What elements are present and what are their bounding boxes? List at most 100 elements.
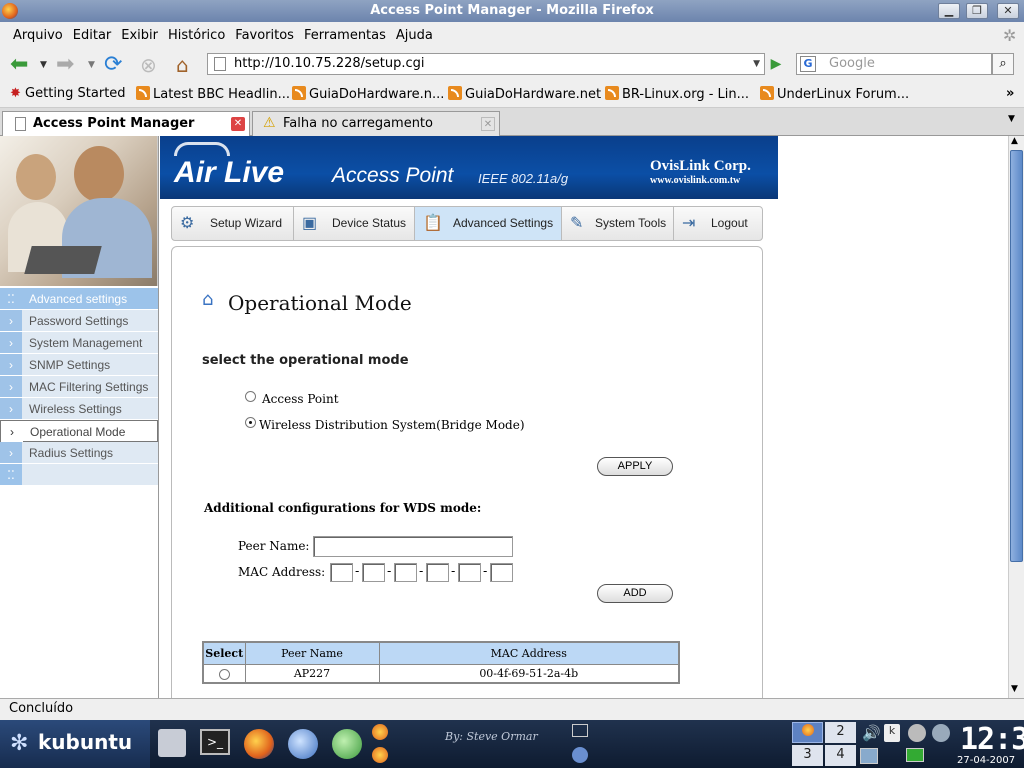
network-tray-icon[interactable] — [572, 747, 588, 763]
kmenu-button[interactable]: ✻ kubuntu — [0, 720, 150, 768]
bookmark-br-linux[interactable]: BR-Linux.org - Lin... — [605, 86, 749, 102]
sidebar-item-radius[interactable]: › Radius Settings — [0, 442, 158, 464]
column-mac-address: MAC Address — [378, 641, 680, 665]
klipper-icon[interactable]: k — [884, 724, 900, 742]
bookmark-guiadohardware-2[interactable]: GuiaDoHardware.net — [448, 86, 601, 102]
scroll-thumb[interactable] — [1010, 150, 1023, 562]
stop-icon[interactable]: ⊗ — [140, 54, 157, 76]
menu-ajuda[interactable]: Ajuda — [396, 28, 433, 43]
close-window-button[interactable]: ✕ — [997, 3, 1019, 19]
sidebar: ⁚⁚ Advanced settings › Password Settings ›… — [0, 288, 158, 486]
mac-address-fields: ----- — [330, 562, 516, 582]
clock[interactable]: 12:32 — [960, 722, 1024, 757]
row-select-radio[interactable] — [219, 668, 230, 680]
terminal-icon[interactable]: >_ — [200, 729, 230, 755]
sidebar-item-operational-mode[interactable]: › Operational Mode — [0, 420, 158, 442]
forward-dropdown-icon[interactable]: ▼ — [88, 54, 95, 76]
desktop-1[interactable] — [792, 722, 823, 743]
tab-device-status[interactable]: ▣ Device Status — [294, 207, 415, 240]
peer-name-input[interactable] — [313, 536, 513, 557]
scroll-down-icon[interactable]: ▼ — [1011, 684, 1018, 694]
peer-name-label: Peer Name: — [238, 539, 310, 553]
desktop-2[interactable]: 2 — [825, 722, 856, 743]
apply-button[interactable]: APPLY — [597, 457, 673, 476]
back-icon[interactable]: ⬅ — [10, 54, 28, 76]
monitor-tray-icon[interactable] — [572, 724, 588, 737]
battery-icon[interactable] — [906, 748, 924, 762]
url-dropdown-icon[interactable]: ▼ — [753, 54, 760, 74]
tab-falha[interactable]: ⚠ Falha no carregamento ✕ — [252, 111, 500, 136]
sidebar-item-mac-filtering[interactable]: › MAC Filtering Settings — [0, 376, 158, 398]
search-placeholder: Google — [829, 56, 875, 71]
vertical-scrollbar[interactable]: ▲ ▼ — [1008, 136, 1024, 698]
tab-advanced-settings[interactable]: 📋 Advanced Settings — [415, 207, 562, 240]
sidebar-item-snmp[interactable]: › SNMP Settings — [0, 354, 158, 376]
grip-icon: ⁚⁚ — [0, 288, 22, 309]
firefox-task-icon[interactable] — [372, 747, 388, 763]
mac-octet-input[interactable] — [426, 563, 449, 582]
menu-ferramentas[interactable]: Ferramentas — [304, 28, 386, 43]
messenger-icon[interactable] — [332, 729, 362, 759]
chevron-right-icon: › — [1, 421, 23, 442]
menu-historico[interactable]: Histórico — [168, 28, 225, 43]
search-input[interactable]: G Google — [796, 53, 992, 75]
close-tab-icon[interactable]: ✕ — [481, 117, 495, 131]
bookmark-guiadohardware-1[interactable]: GuiaDoHardware.n... — [292, 86, 444, 102]
radio-access-point[interactable] — [245, 391, 256, 402]
mac-octet-input[interactable] — [458, 563, 481, 582]
desktop-3[interactable]: 3 — [792, 745, 823, 766]
radio-wds[interactable] — [245, 417, 256, 428]
sidebar-item-password[interactable]: › Password Settings — [0, 310, 158, 332]
tab-list-icon[interactable]: ▼ — [1008, 114, 1015, 124]
network-status-icon[interactable] — [860, 748, 878, 764]
bookmarks-overflow-icon[interactable]: » — [1006, 86, 1014, 101]
mac-octet-input[interactable] — [362, 563, 385, 582]
option-wds-label: Wireless Distribution System(Bridge Mode… — [259, 418, 525, 432]
tray-app-icon[interactable] — [908, 724, 926, 742]
back-dropdown-icon[interactable]: ▼ — [40, 54, 47, 76]
sidebar-item-wireless[interactable]: › Wireless Settings — [0, 398, 158, 420]
url-input[interactable]: http://10.10.75.228/setup.cgi ▼ — [207, 53, 765, 75]
add-button[interactable]: ADD — [597, 584, 673, 603]
bookmark-underlinux[interactable]: UnderLinux Forum... — [760, 86, 909, 102]
bookmark-bbc[interactable]: Latest BBC Headlin... — [136, 86, 290, 102]
thunderbird-icon[interactable] — [288, 729, 318, 759]
chevron-right-icon: › — [0, 376, 22, 397]
forward-icon[interactable]: ➡ — [56, 54, 74, 76]
reload-icon[interactable]: ⟳ — [104, 54, 122, 76]
tab-system-tools[interactable]: ✎ System Tools — [562, 207, 674, 240]
mac-octet-input[interactable] — [394, 563, 417, 582]
menu-favoritos[interactable]: Favoritos — [235, 28, 294, 43]
maximize-button[interactable]: ❐ — [966, 3, 988, 19]
system-settings-icon[interactable] — [158, 729, 186, 757]
chevron-right-icon: › — [0, 310, 22, 331]
home-icon[interactable]: ⌂ — [176, 54, 189, 76]
menu-arquivo[interactable]: Arquivo — [13, 28, 63, 43]
volume-icon[interactable]: 🔊 — [862, 724, 881, 742]
firefox-launcher-icon[interactable] — [244, 729, 274, 759]
sidebar-footer: ⁚⁚ — [0, 464, 158, 486]
scroll-up-icon[interactable]: ▲ — [1011, 136, 1018, 146]
go-icon[interactable]: ▶ — [766, 54, 786, 74]
sidebar-item-system-management[interactable]: › System Management — [0, 332, 158, 354]
tab-logout[interactable]: ⇥ Logout — [674, 207, 762, 240]
monitor-icon: ▣ — [302, 215, 318, 232]
desktop-4[interactable]: 4 — [825, 745, 856, 766]
tray-app-icon[interactable] — [932, 724, 950, 742]
date: 27-04-2007 — [957, 755, 1016, 766]
close-tab-icon[interactable]: ✕ — [231, 117, 245, 131]
url-text: http://10.10.75.228/setup.cgi — [234, 56, 425, 71]
menu-editar[interactable]: Editar — [73, 28, 112, 43]
bookmark-getting-started[interactable]: ✸ Getting Started — [10, 86, 126, 101]
search-icon[interactable]: ⌕ — [992, 53, 1014, 75]
content-panel: ⌂ Operational Mode select the operationa… — [171, 246, 763, 698]
minimize-button[interactable]: ▁ — [938, 3, 960, 19]
menu-exibir[interactable]: Exibir — [121, 28, 158, 43]
firefox-task-icon[interactable] — [372, 724, 388, 740]
mac-octet-input[interactable] — [330, 563, 353, 582]
tab-setup-wizard[interactable]: ⚙ Setup Wizard — [172, 207, 294, 240]
mac-octet-input[interactable] — [490, 563, 513, 582]
table-row: AP227 00-4f-69-51-2a-4b — [202, 663, 680, 684]
google-icon[interactable]: G — [800, 56, 816, 72]
tab-access-point-manager[interactable]: Access Point Manager ✕ — [2, 111, 250, 136]
